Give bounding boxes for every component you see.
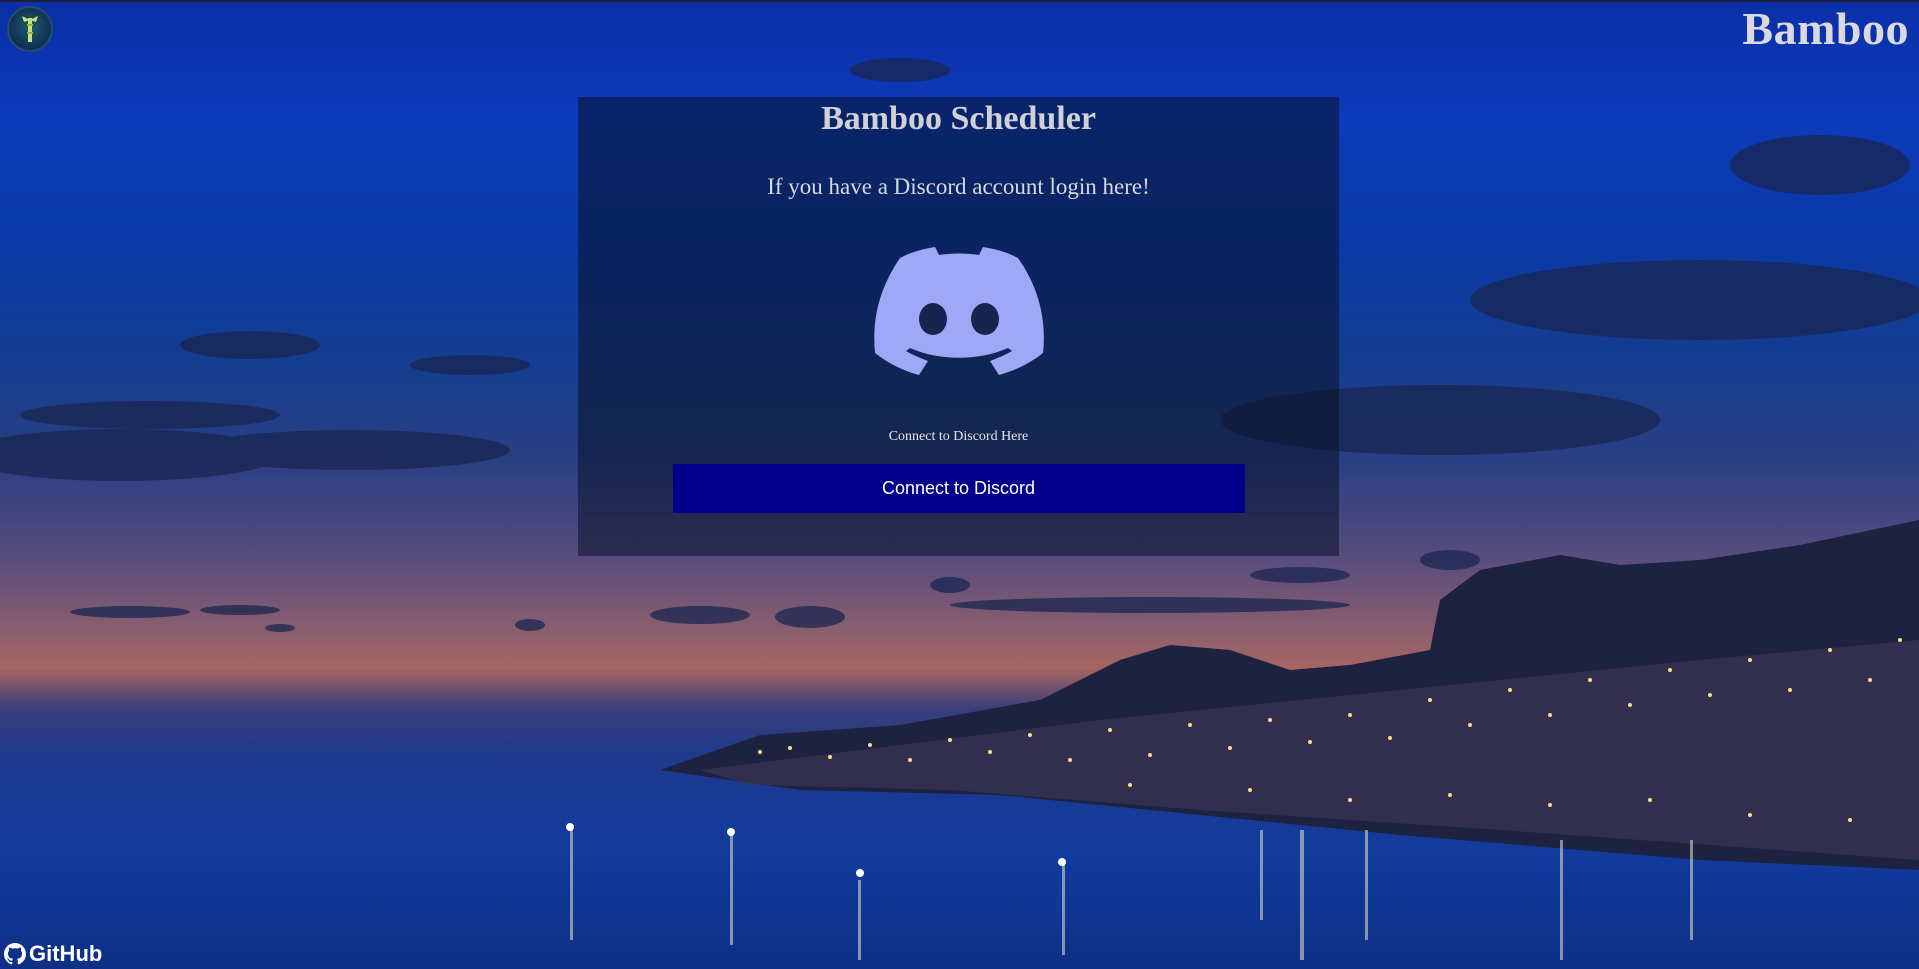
github-link[interactable]: GitHub bbox=[4, 941, 102, 967]
connect-label: Connect to Discord Here bbox=[888, 429, 1029, 444]
discord-logo-icon bbox=[873, 247, 1044, 375]
bamboo-logo-icon[interactable] bbox=[7, 6, 53, 52]
connect-to-discord-button[interactable]: Connect to Discord bbox=[672, 464, 1245, 513]
panel-subtitle: If you have a Discord account login here… bbox=[767, 174, 1150, 199]
top-border bbox=[0, 0, 1919, 2]
github-label: GitHub bbox=[29, 941, 103, 966]
github-icon bbox=[4, 943, 26, 965]
brand-title: Bamboo bbox=[1742, 3, 1909, 54]
login-panel: Bamboo Scheduler If you have a Discord a… bbox=[578, 97, 1339, 556]
panel-title: Bamboo Scheduler bbox=[821, 100, 1096, 137]
